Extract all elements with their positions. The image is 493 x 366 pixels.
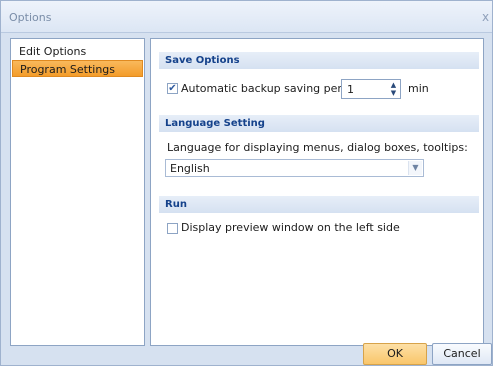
backup-period-value[interactable]: 1 <box>347 83 354 96</box>
window-title: Options <box>9 11 52 24</box>
section-header-save-options: Save Options <box>159 52 479 69</box>
nav-item-program-settings[interactable]: Program Settings <box>12 60 143 77</box>
preview-label: Display preview window on the left side <box>181 221 400 234</box>
section-header-language: Language Setting <box>159 115 479 132</box>
backup-unit: min <box>408 82 429 95</box>
nav-item-edit-options[interactable]: Edit Options <box>12 43 143 60</box>
chevron-down-icon[interactable]: ▼ <box>408 161 422 175</box>
backup-checkbox[interactable]: ✔ <box>167 83 178 94</box>
title-bar[interactable]: Options x <box>1 1 492 33</box>
preview-checkbox[interactable] <box>167 223 178 234</box>
close-icon[interactable]: x <box>482 10 493 24</box>
spin-down-icon[interactable]: ▼ <box>388 89 399 97</box>
settings-panel: Save Options ✔ Automatic backup saving p… <box>150 38 484 346</box>
options-dialog: Options x Edit Options Program Settings … <box>0 0 493 366</box>
section-header-run: Run <box>159 196 479 213</box>
backup-period-spinner[interactable]: 1 ▲ ▼ <box>341 79 401 99</box>
language-selected-value[interactable]: English <box>170 162 210 175</box>
ok-button[interactable]: OK <box>363 343 427 365</box>
backup-label: Automatic backup saving period: <box>181 82 363 95</box>
cancel-button[interactable]: Cancel <box>432 343 492 365</box>
settings-nav: Edit Options Program Settings <box>10 38 145 346</box>
language-select[interactable]: English ▼ <box>165 159 424 177</box>
language-description: Language for displaying menus, dialog bo… <box>167 141 468 154</box>
spin-up-icon[interactable]: ▲ <box>388 81 399 89</box>
